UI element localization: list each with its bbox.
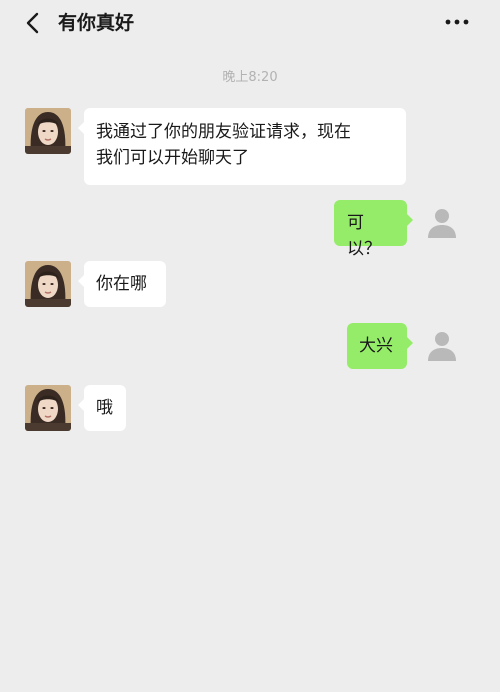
- contact-avatar[interactable]: [25, 261, 71, 307]
- chat-title: 有你真好: [58, 12, 135, 34]
- message-bubble-outgoing[interactable]: 可以？: [334, 200, 413, 259]
- contact-avatar-image: [25, 108, 71, 154]
- contact-avatar-image: [25, 385, 71, 431]
- message-bubble-incoming[interactable]: 我通过了你的朋友验证请求，现在 我们可以开始聊天了: [78, 108, 406, 185]
- top-bar: 有你真好: [0, 0, 500, 46]
- user-avatar[interactable]: [421, 202, 463, 244]
- default-user-icon: [428, 209, 456, 238]
- user-avatar[interactable]: [421, 325, 463, 367]
- back-button[interactable]: [22, 11, 46, 35]
- chevron-left-icon: [26, 12, 39, 34]
- message-timestamp: 晚上8:20: [222, 70, 278, 85]
- message-bubble-incoming[interactable]: 哦: [78, 385, 126, 431]
- contact-avatar[interactable]: [25, 385, 71, 431]
- message-bubble-incoming[interactable]: 你在哪: [78, 261, 166, 307]
- contact-avatar-image: [25, 261, 71, 307]
- contact-avatar[interactable]: [25, 108, 71, 154]
- more-button[interactable]: [442, 9, 472, 35]
- default-user-icon: [428, 332, 456, 361]
- more-dots-icon: [445, 19, 469, 25]
- message-bubble-outgoing[interactable]: 大兴: [347, 323, 413, 369]
